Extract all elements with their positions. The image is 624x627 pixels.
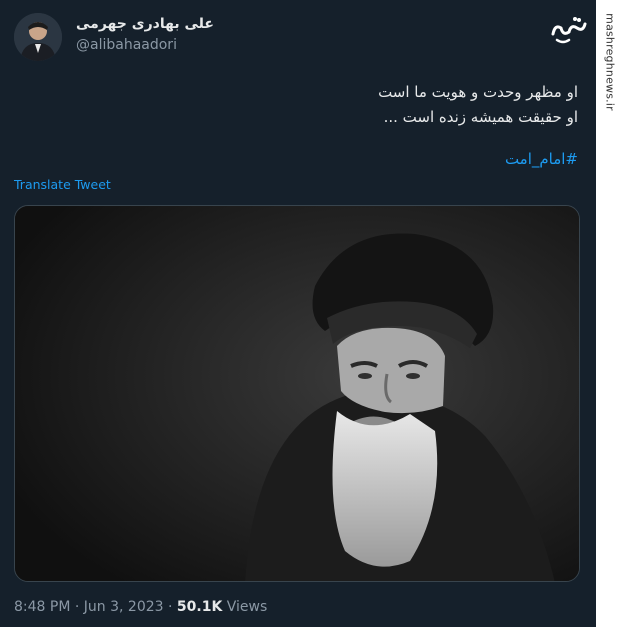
avatar[interactable] [14,13,62,61]
mashregh-logo-icon [549,14,589,46]
author-handle[interactable]: @alibahaadori [76,37,177,53]
tweet: علی بهادری جهرمی @alibahaadori او مظهر و… [0,0,596,627]
tweet-text: او مظهر وحدت و هویت ما است او حقیقت همیش… [78,80,578,130]
tweet-media-image[interactable] [14,205,580,582]
tweet-text-line: او حقیقت همیشه زنده است ... [383,108,578,126]
portrait-image [15,206,579,581]
hashtag-link[interactable]: #امام_امت [505,150,578,168]
watermark-site: mashreghnews.ir [603,13,617,111]
translate-tweet-link[interactable]: Translate Tweet [14,177,111,192]
tweet-text-line: او مظهر وحدت و هویت ما است [378,83,578,101]
meta-separator: · [74,599,80,615]
avatar-photo [14,13,62,61]
views-count[interactable]: 50.1K [177,599,222,615]
tweet-date[interactable]: Jun 3, 2023 [84,599,164,615]
tweet-time[interactable]: 8:48 PM [14,599,70,615]
meta-separator: · [168,599,173,615]
views-label: Views [226,599,268,615]
author-name[interactable]: علی بهادری جهرمی [76,16,214,32]
tweet-meta: 8:48 PM · Jun 3, 2023 · 50.1K Views [14,599,267,615]
